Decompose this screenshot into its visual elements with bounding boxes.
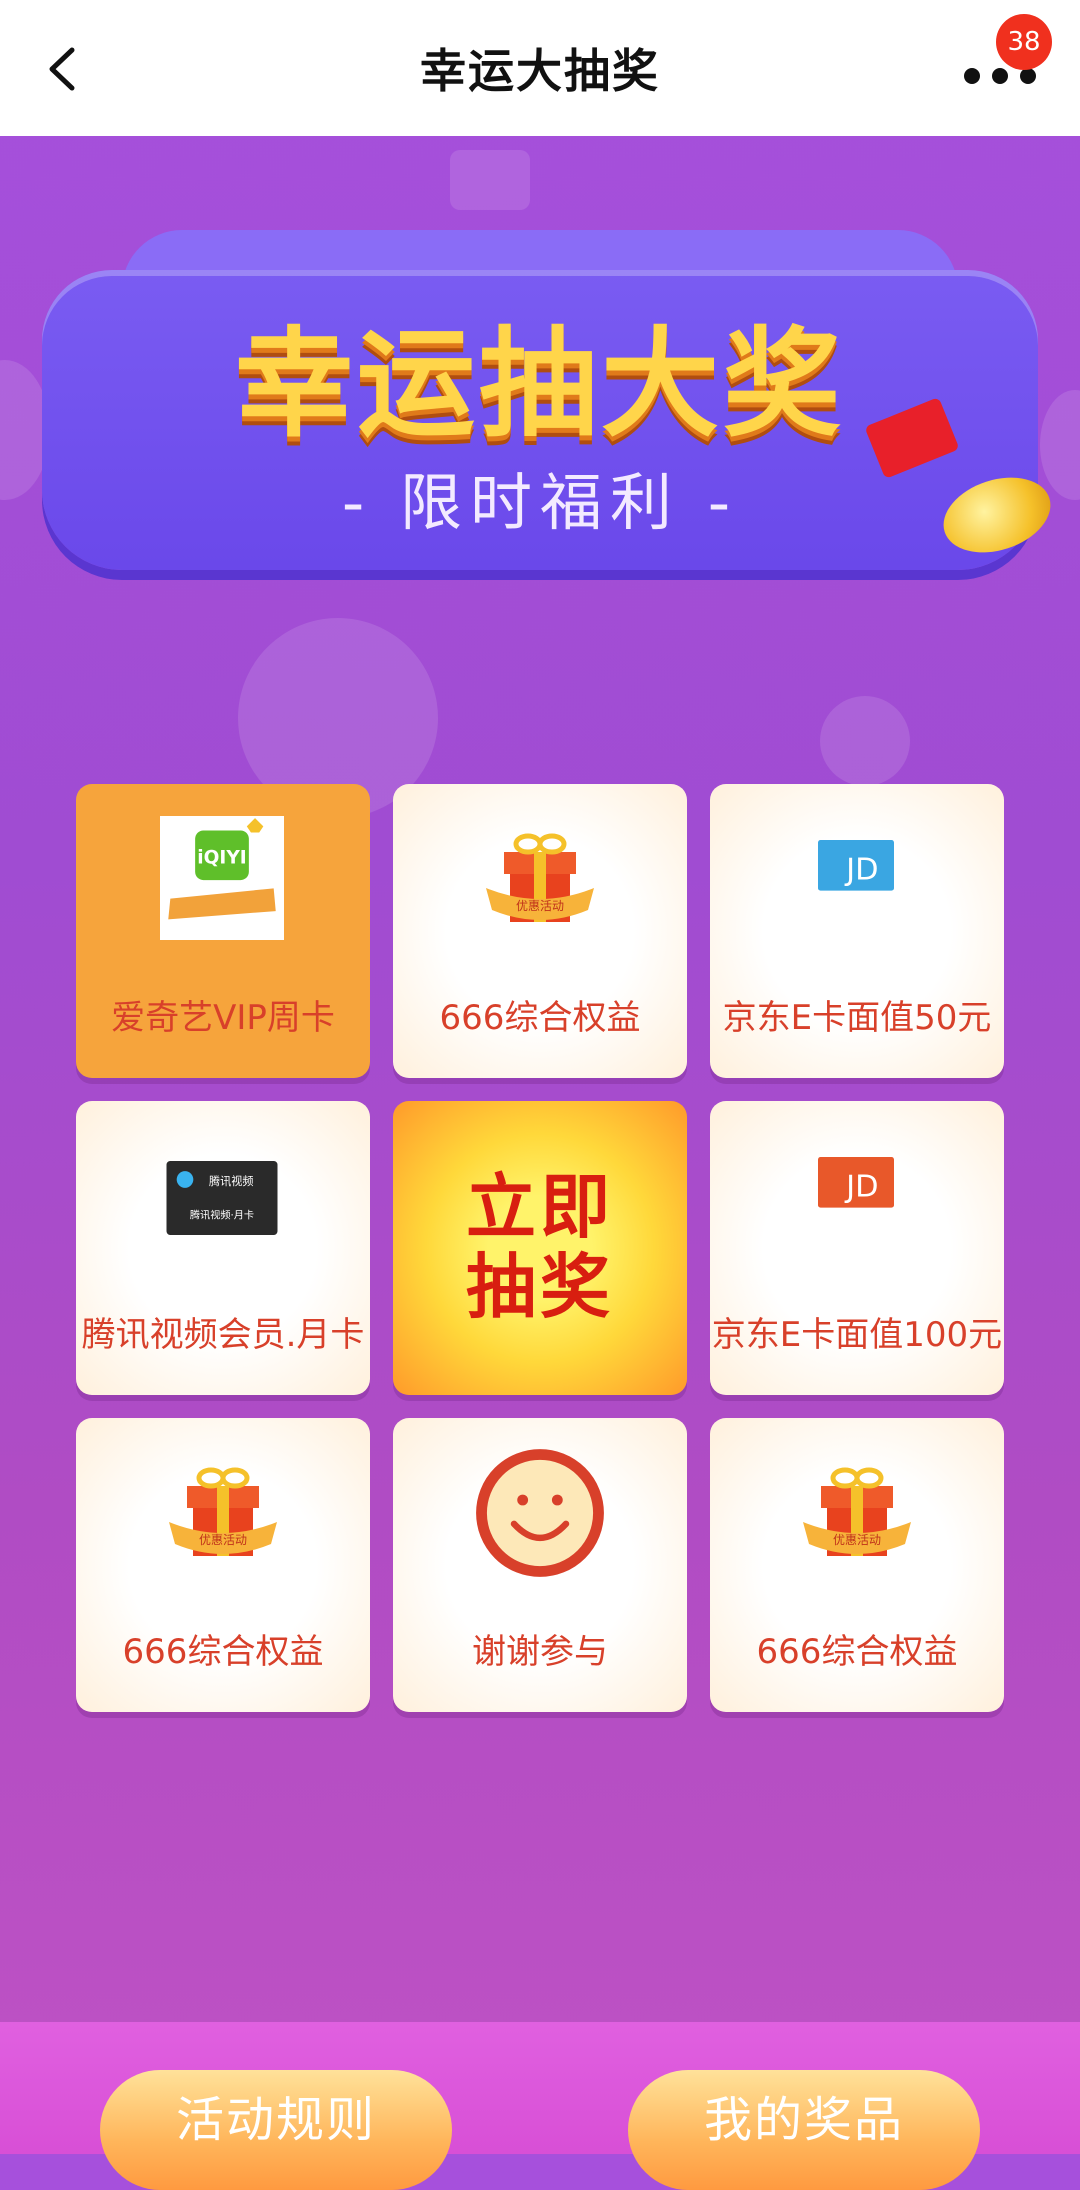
gift-ribbon-text: 优惠活动 [199,1533,247,1547]
prize-cell-jd-100: JD 京东E卡面值100元 [710,1101,1004,1395]
prize-label: 666综合权益 [122,1632,324,1672]
jd-card-orange-icon: JD [818,1157,894,1208]
prize-label: 腾讯视频会员.月卡 [81,1315,365,1355]
gift-box-icon: 优惠活动 [169,1467,277,1556]
activity-rules-button[interactable]: 活动规则 [100,2070,452,2190]
prize-label: 爱奇艺VIP周卡 [111,998,335,1038]
smiley-icon [476,1449,604,1577]
prize-label: 京东E卡面值100元 [711,1315,1003,1355]
draw-label-line2: 抽奖 [466,1246,614,1328]
gift-ribbon-text: 优惠活动 [833,1533,881,1547]
bottom-bar: 活动规则 我的奖品 [0,2022,1080,2190]
iqiyi-logo-text: iQIYI [197,848,246,869]
jd-card-blue-icon: JD [818,840,894,891]
lottery-grid: iQIYI 爱奇艺VIP周卡 优惠活动 666综合权益 JD 京东E卡面值50元 [76,784,1004,1714]
prize-cell-iqiyi: iQIYI 爱奇艺VIP周卡 [76,784,370,1078]
bg-coin-decoration [1040,390,1080,500]
tencent-card-text: 腾讯视频·月卡 [190,1208,254,1221]
nav-bar: 幸运大抽奖 38 [0,0,1080,136]
svg-text:JD: JD [844,1169,878,1204]
prize-label: 666综合权益 [439,998,641,1038]
back-button[interactable] [40,44,90,94]
notification-badge: 38 [996,14,1052,70]
prize-cell-thanks: 谢谢参与 [393,1418,687,1712]
prize-cell-gift: 优惠活动 666综合权益 [710,1418,1004,1712]
svg-text:JD: JD [844,852,878,887]
prize-label: 京东E卡面值50元 [722,998,992,1038]
bg-coin-decoration [820,696,910,786]
tencent-video-card-icon: 腾讯视频 腾讯视频·月卡 [166,1161,278,1235]
prize-cell-gift: 优惠活动 666综合权益 [393,784,687,1078]
gift-box-icon: 优惠活动 [803,1467,911,1556]
chevron-left-icon [49,47,75,91]
my-prizes-button[interactable]: 我的奖品 [628,2070,980,2190]
gift-box-icon: 优惠活动 [486,833,594,922]
draw-label-line1: 立即 [466,1166,614,1248]
prize-cell-tencent: 腾讯视频 腾讯视频·月卡 腾讯视频会员.月卡 [76,1101,370,1395]
prize-label: 谢谢参与 [472,1632,608,1672]
page-title: 幸运大抽奖 [420,44,660,98]
tencent-logo-text: 腾讯视频 [209,1174,253,1188]
draw-now-button[interactable]: 立即 抽奖 [393,1101,687,1395]
prize-label: 666综合权益 [756,1632,958,1672]
prize-cell-jd-50: JD 京东E卡面值50元 [710,784,1004,1078]
bg-coin-decoration [450,150,530,210]
banner: 幸运抽大奖 - 限时福利 - [42,230,1061,600]
iqiyi-card-icon: iQIYI [160,816,284,940]
draw-button-label: 立即 抽奖 [393,1167,687,1327]
prize-cell-gift: 优惠活动 666综合权益 [76,1418,370,1712]
gift-ribbon-text: 优惠活动 [516,899,564,913]
